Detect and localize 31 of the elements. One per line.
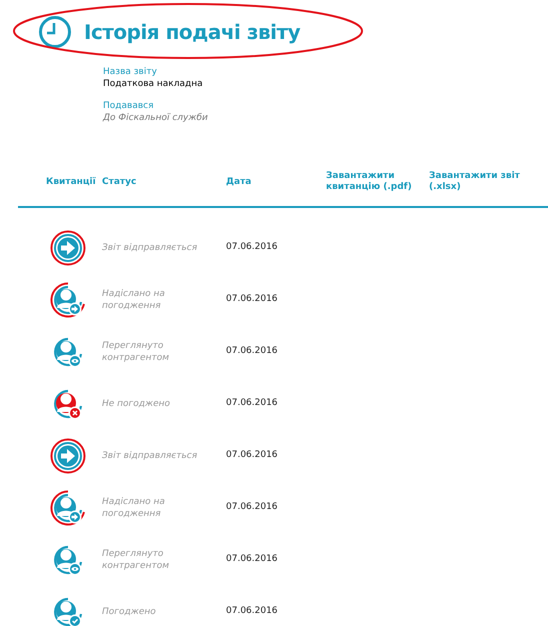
date-cell-text: 07.06.2016 [226, 345, 278, 358]
date-cell-text: 07.06.2016 [226, 605, 278, 618]
status-text: Не погоджено [102, 398, 172, 410]
arrow-circle-icon [50, 230, 86, 266]
status-text: Звіт відправляється [102, 450, 198, 462]
column-header: Статус [102, 176, 138, 188]
user-arrow-icon [50, 490, 86, 526]
column-header: Квитанції [45, 176, 97, 188]
status-text: Переглянуто контрагентом [102, 548, 170, 572]
column-header: Завантажити квитанцію (.pdf) [326, 171, 413, 193]
date-cell-text: 07.06.2016 [226, 449, 278, 462]
field-label: Назва звіту [103, 66, 158, 78]
status-text: Переглянуто контрагентом [102, 340, 170, 364]
status-text: Погоджено [102, 606, 157, 618]
column-header: Завантажити звіт (.xlsx) [429, 171, 521, 193]
status-text: Звіт відправляється [102, 242, 198, 254]
column-header: Дата [226, 176, 252, 188]
page-title: Історія подачі звіту [84, 19, 300, 46]
date-cell-text: 07.06.2016 [226, 397, 278, 410]
field-value: До Фіскальної служби [103, 112, 209, 124]
status-text: Надіслано на погодження [102, 496, 166, 520]
user-arrow-icon [50, 282, 86, 318]
clock-icon [38, 15, 72, 49]
date-cell-text: 07.06.2016 [226, 293, 278, 306]
date-cell-text: 07.06.2016 [226, 241, 278, 254]
arrow-circle-icon [50, 438, 86, 474]
date-cell-text: 07.06.2016 [226, 553, 278, 566]
date-cell-text: 07.06.2016 [226, 501, 278, 514]
field-label: Подавався [103, 100, 154, 112]
status-text: Надіслано на погодження [102, 288, 166, 312]
field-value: Податкова накладна [103, 78, 204, 90]
